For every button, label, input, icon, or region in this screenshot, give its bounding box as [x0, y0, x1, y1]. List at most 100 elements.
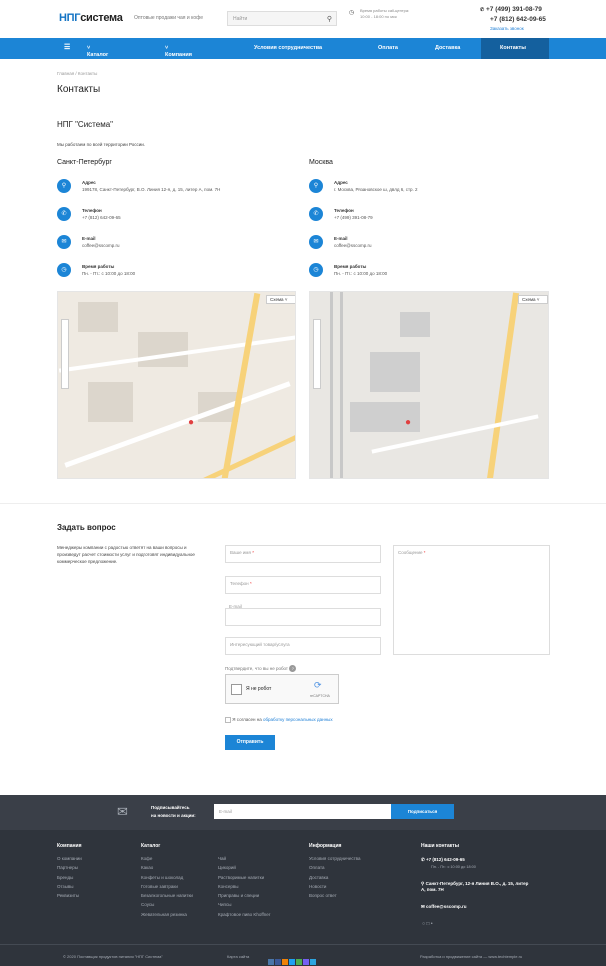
map-zoom-control[interactable] [61, 319, 69, 389]
footer-link[interactable]: Новости [309, 884, 361, 889]
breadcrumb[interactable]: Главная / Контакты [57, 71, 97, 76]
footer-link[interactable]: Безалкогольные напитки [141, 893, 193, 898]
footer-catalog-links-2: Чай Цикорий Растворимые напитки Консервы При… [218, 856, 270, 921]
viber-icon[interactable] [303, 959, 309, 965]
name-field[interactable]: Ваше имя * [225, 545, 381, 563]
mail-icon: ✉ [309, 235, 323, 249]
phone-icon: ✆ [480, 7, 485, 13]
phone-value[interactable]: +7 (499) 391-08-79 [334, 215, 373, 220]
site-logo[interactable]: НПГсистема [59, 12, 123, 24]
captcha-label: Я не робот [246, 686, 272, 692]
footer-phone[interactable]: ✆ +7 (812) 642-09-65 [421, 857, 465, 863]
whatsapp-icon[interactable] [296, 959, 302, 965]
footer-email[interactable]: ✉ coffee@sscomp.ru [421, 904, 466, 910]
footer-link[interactable]: Вопрос ответ [309, 893, 361, 898]
footer-link[interactable]: Крафтовое пиво Khoffner [218, 912, 270, 917]
map-moscow[interactable]: Схема ˅ ● [309, 291, 549, 479]
email-value[interactable]: coffee@sscomp.ru [334, 243, 372, 248]
location-icon: ⚲ [421, 881, 425, 886]
email-field[interactable] [225, 608, 381, 626]
nav-catalog[interactable]: Каталог ˅ [87, 45, 108, 58]
ok-icon[interactable] [282, 959, 288, 965]
footer-catalog-title: Каталог [141, 843, 161, 849]
clock-icon: ◷ [349, 10, 355, 16]
company-name: НПГ "Система" [57, 120, 113, 129]
consent[interactable]: Я согласен на обработку персональных дан… [225, 717, 333, 723]
vk-icon[interactable] [268, 959, 274, 965]
footer-link[interactable]: Чай [218, 856, 270, 861]
privacy-link[interactable]: обработку персональных данных [263, 717, 333, 722]
footer-link[interactable]: О компании [57, 856, 82, 861]
facebook-icon[interactable] [275, 959, 281, 965]
footer-link[interactable]: Конфеты и шоколад [141, 875, 193, 880]
nav-contacts[interactable]: Контакты [500, 45, 526, 51]
footer-link[interactable]: Реквизиты [57, 893, 82, 898]
nav-terms[interactable]: Условия сотрудничества [254, 45, 322, 51]
header-phone-moscow[interactable]: ✆ +7 (499) 391-08-79 [480, 6, 542, 13]
footer-social-icons[interactable]: ○ □ • [422, 921, 433, 927]
footer-link[interactable]: Цикорий [218, 865, 270, 870]
tagline: Оптовые продажи чая и кофе [134, 15, 203, 21]
section-divider [0, 503, 606, 504]
footer-link[interactable]: Оплата [309, 865, 361, 870]
city-moscow: Москва [309, 159, 333, 166]
address-value: г. Москва, Рязановское ш, двлд 6, стр. 2 [334, 187, 418, 192]
info-icon: ? [289, 665, 297, 672]
email-value[interactable]: coffee@sscomp.ru [82, 243, 120, 248]
twitter-icon[interactable] [289, 959, 295, 965]
city-spb: Санкт-Петербург [57, 159, 112, 166]
footer-link[interactable]: Растворимые напитки [218, 875, 270, 880]
footer-divider [0, 944, 606, 945]
share-icons[interactable] [268, 952, 316, 966]
consent-checkbox[interactable] [225, 717, 231, 723]
footer-link[interactable]: Соусы [141, 902, 193, 907]
map-type-button[interactable]: Схема ˅ [266, 295, 295, 304]
submit-button[interactable]: Отправить [225, 735, 275, 750]
footer-link[interactable]: Консервы [218, 884, 270, 889]
map-type-button[interactable]: Схема ˅ [518, 295, 548, 304]
footer-link[interactable]: Партнеры [57, 865, 82, 870]
map-spb[interactable]: Схема ˅ ● [57, 291, 296, 479]
message-field[interactable]: Сообщение * [393, 545, 550, 655]
footer-contacts-title: Наши контакты [421, 843, 459, 849]
nav-delivery[interactable]: Доставка [435, 45, 460, 51]
footer-link[interactable]: Готовые завтраки [141, 884, 193, 889]
developer-credit[interactable]: Разработка и продвижение сайта — www.tec… [420, 954, 522, 959]
menu-icon[interactable]: ☰ [64, 43, 70, 51]
footer-link[interactable]: Жевательная резинка [141, 912, 193, 917]
footer-link[interactable]: Приправы и специи [218, 893, 270, 898]
footer-link[interactable]: Какао [141, 865, 193, 870]
address-value: 199178, Санкт-Петербург, В.О. Линия 12-я… [82, 187, 221, 192]
nav-company[interactable]: Компания ˅ [165, 45, 192, 58]
captcha-checkbox[interactable] [231, 684, 242, 695]
footer-link[interactable]: Кофе [141, 856, 193, 861]
phone-icon: ✆ [57, 207, 71, 221]
phone-field[interactable]: Телефон * [225, 576, 381, 594]
map-pin-icon[interactable]: ● [188, 417, 194, 428]
header-phone-spb[interactable]: +7 (812) 642-09-65 [490, 16, 546, 23]
footer-link[interactable]: Бренды [57, 875, 82, 880]
footer-link[interactable]: Условия сотрудничества [309, 856, 361, 861]
subscribe-button[interactable]: Подписаться [391, 804, 454, 819]
sitemap-link[interactable]: Карта сайта [227, 954, 249, 959]
map-zoom-control[interactable] [313, 319, 321, 389]
footer-link[interactable]: Доставка [309, 875, 361, 880]
footer-link[interactable]: Отзывы [57, 884, 82, 889]
address-label: Адрес [82, 180, 96, 185]
subscribe-email-input[interactable]: E-mail [214, 804, 391, 819]
footer: Компания О компании Партнеры Бренды Отзывы Р… [0, 830, 606, 966]
footer-address: ⚲ Санкт-Петербург, 12-я Линия В.О., д. 1… [421, 881, 529, 892]
subscribe-text2: на новости и акции: [151, 813, 196, 818]
search-icon[interactable]: ⚲ [327, 15, 332, 23]
goods-field[interactable]: Интересующий товар/услуга [225, 637, 381, 655]
phone-value[interactable]: +7 (812) 642-09-65 [82, 215, 121, 220]
mail-icon: ✉ [57, 235, 71, 249]
footer-link[interactable]: Чипсы [218, 902, 270, 907]
callback-link[interactable]: Заказать звонок [490, 26, 524, 31]
intro-text: Мы работаем по всей территории России. [57, 142, 146, 147]
map-pin-icon[interactable]: ● [405, 417, 411, 428]
recaptcha-widget[interactable]: Я не робот ⟳ reCAPTCHA [225, 674, 339, 704]
nav-payment[interactable]: Оплата [378, 45, 398, 51]
search-input[interactable]: Найти ⚲ [227, 11, 337, 26]
telegram-icon[interactable] [310, 959, 316, 965]
